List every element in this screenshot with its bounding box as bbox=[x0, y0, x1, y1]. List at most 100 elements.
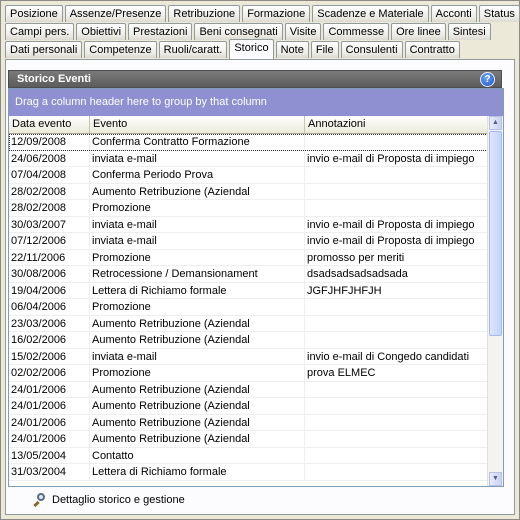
table-row[interactable]: 13/05/2004 Contatto bbox=[9, 447, 496, 464]
cell-annotazioni[interactable]: invio e-mail di Proposta di impiego bbox=[305, 233, 494, 249]
cell-annotazioni[interactable] bbox=[305, 134, 494, 150]
table-row[interactable]: 30/08/2006 Retrocessione / Demansionament… bbox=[9, 266, 496, 283]
table-row[interactable]: 24/01/2006 Aumento Retribuzione (Aziendal bbox=[9, 414, 496, 431]
cell-data-evento[interactable]: 28/02/2008 bbox=[9, 183, 90, 200]
tab-ruoli-caratt[interactable]: Ruoli/caratt. bbox=[158, 41, 228, 58]
cell-data-evento[interactable]: 12/09/2008 bbox=[9, 134, 90, 150]
tab-acconti[interactable]: Acconti bbox=[430, 5, 477, 22]
cell-annotazioni[interactable] bbox=[305, 315, 494, 332]
cell-annotazioni[interactable] bbox=[305, 299, 494, 315]
table-row[interactable]: 24/06/2008 inviata e-mail invio e-mail di … bbox=[9, 150, 496, 167]
cell-evento[interactable]: Aumento Retribuzione (Aziendal bbox=[90, 381, 305, 398]
tab-ore-linee[interactable]: Ore linee bbox=[391, 23, 446, 40]
cell-annotazioni[interactable] bbox=[305, 167, 494, 183]
cell-data-evento[interactable]: 24/01/2006 bbox=[9, 431, 90, 447]
cell-annotazioni[interactable] bbox=[305, 332, 494, 348]
column-header-data-evento[interactable]: Data evento bbox=[9, 116, 90, 133]
cell-data-evento[interactable]: 22/11/2006 bbox=[9, 249, 90, 266]
table-row[interactable]: 16/02/2006 Aumento Retribuzione (Aziendal bbox=[9, 332, 496, 349]
tab-sintesi[interactable]: Sintesi bbox=[447, 23, 491, 40]
group-by-area[interactable]: Drag a column header here to group by th… bbox=[9, 89, 503, 116]
cell-data-evento[interactable]: 15/02/2006 bbox=[9, 348, 90, 365]
cell-evento[interactable]: Aumento Retribuzione (Aziendal bbox=[90, 431, 305, 447]
cell-data-evento[interactable]: 31/03/2004 bbox=[9, 464, 90, 480]
cell-annotazioni[interactable]: JGFJHFJHFJH bbox=[305, 282, 494, 299]
cell-annotazioni[interactable] bbox=[305, 200, 494, 216]
table-row[interactable]: 31/03/2004 Lettera di Richiamo formale bbox=[9, 464, 496, 481]
cell-data-evento[interactable]: 24/01/2006 bbox=[9, 414, 90, 431]
tab-assenze-presenze[interactable]: Assenze/Presenze bbox=[64, 5, 167, 22]
cell-data-evento[interactable]: 13/05/2004 bbox=[9, 447, 90, 464]
cell-evento[interactable]: Aumento Retribuzione (Aziendal bbox=[90, 183, 305, 200]
cell-data-evento[interactable]: 16/02/2006 bbox=[9, 332, 90, 348]
cell-data-evento[interactable]: 07/04/2008 bbox=[9, 167, 90, 183]
cell-annotazioni[interactable] bbox=[305, 381, 494, 398]
table-row[interactable]: 28/02/2008 Aumento Retribuzione (Aziendal bbox=[9, 183, 496, 200]
cell-evento[interactable]: Lettera di Richiamo formale bbox=[90, 282, 305, 299]
cell-data-evento[interactable]: 02/02/2006 bbox=[9, 365, 90, 381]
tab-posizione[interactable]: Posizione bbox=[5, 5, 63, 22]
table-row[interactable]: 23/03/2006 Aumento Retribuzione (Aziendal bbox=[9, 315, 496, 332]
table-row[interactable]: 28/02/2008 Promozione bbox=[9, 200, 496, 217]
tab-contratto[interactable]: Contratto bbox=[404, 41, 460, 58]
tab-status[interactable]: Status bbox=[478, 5, 520, 22]
cell-evento[interactable]: inviata e-mail bbox=[90, 233, 305, 249]
cell-evento[interactable]: Conferma Contratto Formazione bbox=[90, 134, 305, 150]
cell-annotazioni[interactable] bbox=[305, 431, 494, 447]
cell-evento[interactable]: Lettera di Richiamo formale bbox=[90, 464, 305, 480]
column-header-evento[interactable]: Evento bbox=[90, 116, 305, 133]
table-row[interactable]: 24/01/2006 Aumento Retribuzione (Aziendal bbox=[9, 381, 496, 398]
table-row[interactable]: 22/11/2006 Promozione promosso per meriti bbox=[9, 249, 496, 266]
table-row[interactable]: 24/01/2006 Aumento Retribuzione (Aziendal bbox=[9, 398, 496, 415]
table-row[interactable]: 19/04/2006 Lettera di Richiamo formale JGF… bbox=[9, 282, 496, 299]
question-icon[interactable]: ? bbox=[480, 72, 495, 87]
cell-evento[interactable]: Aumento Retribuzione (Aziendal bbox=[90, 414, 305, 431]
cell-annotazioni[interactable] bbox=[305, 183, 494, 200]
cell-data-evento[interactable]: 19/04/2006 bbox=[9, 282, 90, 299]
cell-data-evento[interactable]: 28/02/2008 bbox=[9, 200, 90, 216]
tab-retribuzione[interactable]: Retribuzione bbox=[168, 5, 241, 22]
cell-data-evento[interactable]: 24/01/2006 bbox=[9, 381, 90, 398]
tab-campi-pers[interactable]: Campi pers. bbox=[5, 23, 75, 40]
tab-commesse[interactable]: Commesse bbox=[323, 23, 390, 40]
cell-annotazioni[interactable] bbox=[305, 414, 494, 431]
table-row[interactable]: 02/02/2006 Promozione prova ELMEC bbox=[9, 365, 496, 382]
tab-note[interactable]: Note bbox=[275, 41, 309, 58]
cell-data-evento[interactable]: 23/03/2006 bbox=[9, 315, 90, 332]
cell-evento[interactable]: Promozione bbox=[90, 299, 305, 315]
tab-competenze[interactable]: Competenze bbox=[84, 41, 157, 58]
vertical-scrollbar[interactable]: ▲ ▼ bbox=[487, 116, 503, 486]
tab-consulenti[interactable]: Consulenti bbox=[340, 41, 403, 58]
tab-visite[interactable]: Visite bbox=[284, 23, 322, 40]
tab-obiettivi[interactable]: Obiettivi bbox=[76, 23, 127, 40]
cell-annotazioni[interactable] bbox=[305, 398, 494, 414]
cell-annotazioni[interactable] bbox=[305, 447, 494, 464]
table-row[interactable]: 07/04/2008 Conferma Periodo Prova bbox=[9, 167, 496, 184]
events-grid[interactable]: Drag a column header here to group by th… bbox=[8, 88, 504, 487]
cell-annotazioni[interactable] bbox=[305, 464, 494, 480]
cell-data-evento[interactable]: 06/04/2006 bbox=[9, 299, 90, 315]
table-row[interactable]: 12/09/2008 Conferma Contratto Formazione bbox=[9, 134, 496, 151]
table-row[interactable]: 30/03/2007 inviata e-mail invio e-mail di … bbox=[9, 216, 496, 233]
cell-data-evento[interactable]: 07/12/2006 bbox=[9, 233, 90, 249]
tab-formazione[interactable]: Formazione bbox=[242, 5, 311, 22]
cell-evento[interactable]: Retrocessione / Demansionament bbox=[90, 266, 305, 282]
cell-evento[interactable]: inviata e-mail bbox=[90, 150, 305, 167]
cell-evento[interactable]: Contatto bbox=[90, 447, 305, 464]
scroll-up-icon[interactable]: ▲ bbox=[489, 116, 502, 130]
cell-annotazioni[interactable]: invio e-mail di Proposta di impiego bbox=[305, 216, 494, 233]
cell-evento[interactable]: inviata e-mail bbox=[90, 216, 305, 233]
cell-annotazioni[interactable]: invio e-mail di Proposta di impiego bbox=[305, 150, 494, 167]
cell-evento[interactable]: inviata e-mail bbox=[90, 348, 305, 365]
tab-scadenze-e-materiale[interactable]: Scadenze e Materiale bbox=[312, 5, 429, 22]
scroll-thumb[interactable] bbox=[489, 131, 502, 336]
cell-evento[interactable]: Conferma Periodo Prova bbox=[90, 167, 305, 183]
detail-link[interactable]: Dettaglio storico e gestione bbox=[33, 492, 185, 508]
cell-data-evento[interactable]: 30/08/2006 bbox=[9, 266, 90, 282]
cell-evento[interactable]: Promozione bbox=[90, 365, 305, 381]
cell-evento[interactable]: Aumento Retribuzione (Aziendal bbox=[90, 332, 305, 348]
table-row[interactable]: 07/12/2006 inviata e-mail invio e-mail di … bbox=[9, 233, 496, 250]
tab-dati-personali[interactable]: Dati personali bbox=[5, 41, 83, 58]
table-row[interactable]: 06/04/2006 Promozione bbox=[9, 299, 496, 316]
cell-evento[interactable]: Promozione bbox=[90, 200, 305, 216]
